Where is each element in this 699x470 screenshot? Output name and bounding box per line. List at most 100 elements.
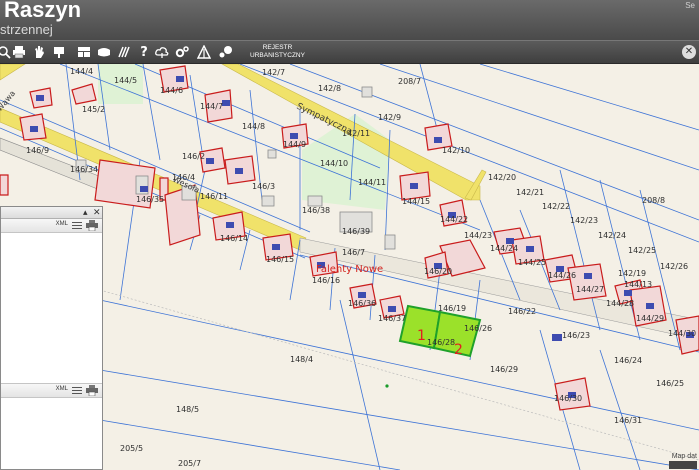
measure-icon[interactable] [116, 44, 132, 60]
map-canvas[interactable]: 1 2 146/28 Sympatyczna Wesoła Wąwa Falen… [0, 64, 699, 470]
panel-content-1 [1, 233, 102, 384]
parcel-label: 146/25 [656, 379, 684, 388]
map-svg: 1 2 146/28 Sympatyczna Wesoła Wąwa Falen… [0, 64, 699, 470]
parcel-label: 144/26 [548, 271, 576, 280]
parcel-label: 144/30 [668, 329, 696, 338]
chat-icon[interactable] [218, 44, 234, 60]
parcel-label: 146/22 [508, 307, 536, 316]
help-icon[interactable]: ? [136, 44, 152, 60]
parcel-label: 142/8 [318, 84, 341, 93]
parcel-label: 144/7 [200, 102, 223, 111]
parcel-label: 146/24 [614, 356, 642, 365]
app-title: Raszyn [4, 0, 82, 22]
parcel-label: 146/7 [342, 248, 365, 257]
rejestr-urbanistyczny-button[interactable]: REJESTR URBANISTYCZNY [250, 44, 305, 60]
results-panel: ▴ ✕ XML XML [0, 206, 103, 470]
app-subtitle: strzennej [0, 22, 53, 37]
map-point [385, 384, 389, 388]
parcel-label: 146/29 [490, 365, 518, 374]
parcel-label: 148/5 [176, 405, 199, 414]
rejestr-label-2: URBANISTYCZNY [250, 52, 305, 59]
parcel-label: 144/8 [242, 122, 265, 131]
parcel-label: 144/27 [576, 285, 604, 294]
panel-toolbar-1: XML [1, 219, 102, 233]
parcel-label: 142/22 [542, 202, 570, 211]
collapse-icon[interactable]: ▴ [83, 207, 88, 219]
list-icon[interactable] [72, 386, 82, 395]
parcel-label: 146/35 [136, 195, 164, 204]
parcel-label: 142/11 [342, 129, 370, 138]
copyright-badge [669, 461, 697, 469]
parcel-label: 146/11 [200, 192, 228, 201]
sign-icon[interactable] [51, 44, 67, 60]
parcel-label: 146/2 [182, 152, 205, 161]
parcel-label: 144/13 [624, 280, 652, 289]
parcel-label: 144/24 [490, 244, 518, 253]
print-icon[interactable] [11, 44, 27, 60]
parcel-label: 142/25 [628, 246, 656, 255]
road-wawa [0, 64, 26, 81]
xml-export-button[interactable]: XML [56, 386, 68, 392]
parcel-label: 146/14 [220, 234, 248, 243]
cloud-icon[interactable] [154, 44, 170, 60]
parcel-label: 146/36 [348, 299, 376, 308]
parcel-label: 144/4 [70, 67, 93, 76]
parcel-label: 146/38 [302, 206, 330, 215]
parcel-label: 145/2 [82, 105, 105, 114]
parcel-label: 146/23 [562, 331, 590, 340]
map-application: Raszyn strzennej Se ? REJESTR URBANISTYC… [0, 0, 699, 470]
close-icon[interactable]: ✕ [682, 45, 696, 59]
layers-icon[interactable] [96, 44, 112, 60]
parcel-label: 144/15 [402, 197, 430, 206]
list-icon[interactable] [72, 221, 82, 230]
parcel-label: 146/20 [424, 267, 452, 276]
parcel-label: 146/31 [614, 416, 642, 425]
settings-icon[interactable] [174, 44, 190, 60]
parcel-label: 142/9 [378, 113, 401, 122]
parcel-label: 146/16 [312, 276, 340, 285]
parcel-label: 142/7 [262, 68, 285, 77]
sun-icon[interactable] [196, 44, 212, 60]
main-toolbar: ? REJESTR URBANISTYCZNY ✕ [0, 40, 699, 64]
parcel-label: 142/20 [488, 173, 516, 182]
panel-content-2 [1, 398, 102, 468]
xml-export-button[interactable]: XML [56, 221, 68, 227]
parcel-label: 146/37 [378, 314, 406, 323]
parcel-label: 142/23 [570, 216, 598, 225]
parcel-label: 146/4 [172, 173, 195, 182]
print-icon[interactable] [86, 385, 98, 396]
parcel-label: 144/23 [464, 231, 492, 240]
print-icon[interactable] [86, 220, 98, 231]
parcel-label: 144/25 [518, 258, 546, 267]
parcel-label: 146/19 [438, 304, 466, 313]
parcel-label: 144/10 [320, 159, 348, 168]
parcel-label: 144/29 [636, 314, 664, 323]
panel-toolbar-2: XML [1, 384, 102, 398]
app-header: Raszyn strzennej Se [0, 0, 699, 40]
parcel-label: 142/10 [442, 146, 470, 155]
close-icon[interactable]: ✕ [93, 207, 101, 219]
parcel-label: 142/21 [516, 188, 544, 197]
parcel-label: 146/34 [70, 165, 98, 174]
parcel-label: 146/3 [252, 182, 275, 191]
panel-header: ▴ ✕ [1, 207, 102, 219]
header-right-text: Se [685, 1, 695, 10]
layout-icon[interactable] [76, 44, 92, 60]
parcel-label: 146/15 [266, 255, 294, 264]
parcel-label: 146/30 [554, 394, 582, 403]
rejestr-label-1: REJESTR [262, 44, 293, 51]
parcel-label: 142/24 [598, 231, 626, 240]
map-data-attribution: Map dat [671, 453, 697, 460]
parcel-label: 144/11 [358, 178, 386, 187]
parcel-label: 146/39 [342, 227, 370, 236]
parcel-label: 208/7 [398, 77, 421, 86]
buildings [0, 65, 699, 411]
street-label-wawa: Wąwa [0, 89, 17, 113]
highlight-number-1: 1 [417, 328, 426, 344]
place-label: Falenty Nowe [316, 264, 383, 275]
highlight-number-2: 2 [454, 342, 463, 358]
hand-icon[interactable] [31, 44, 47, 60]
parcel-label: 142/19 [618, 269, 646, 278]
parcel-label: 146/26 [464, 324, 492, 333]
highlight-parcel-label: 146/28 [427, 338, 455, 347]
